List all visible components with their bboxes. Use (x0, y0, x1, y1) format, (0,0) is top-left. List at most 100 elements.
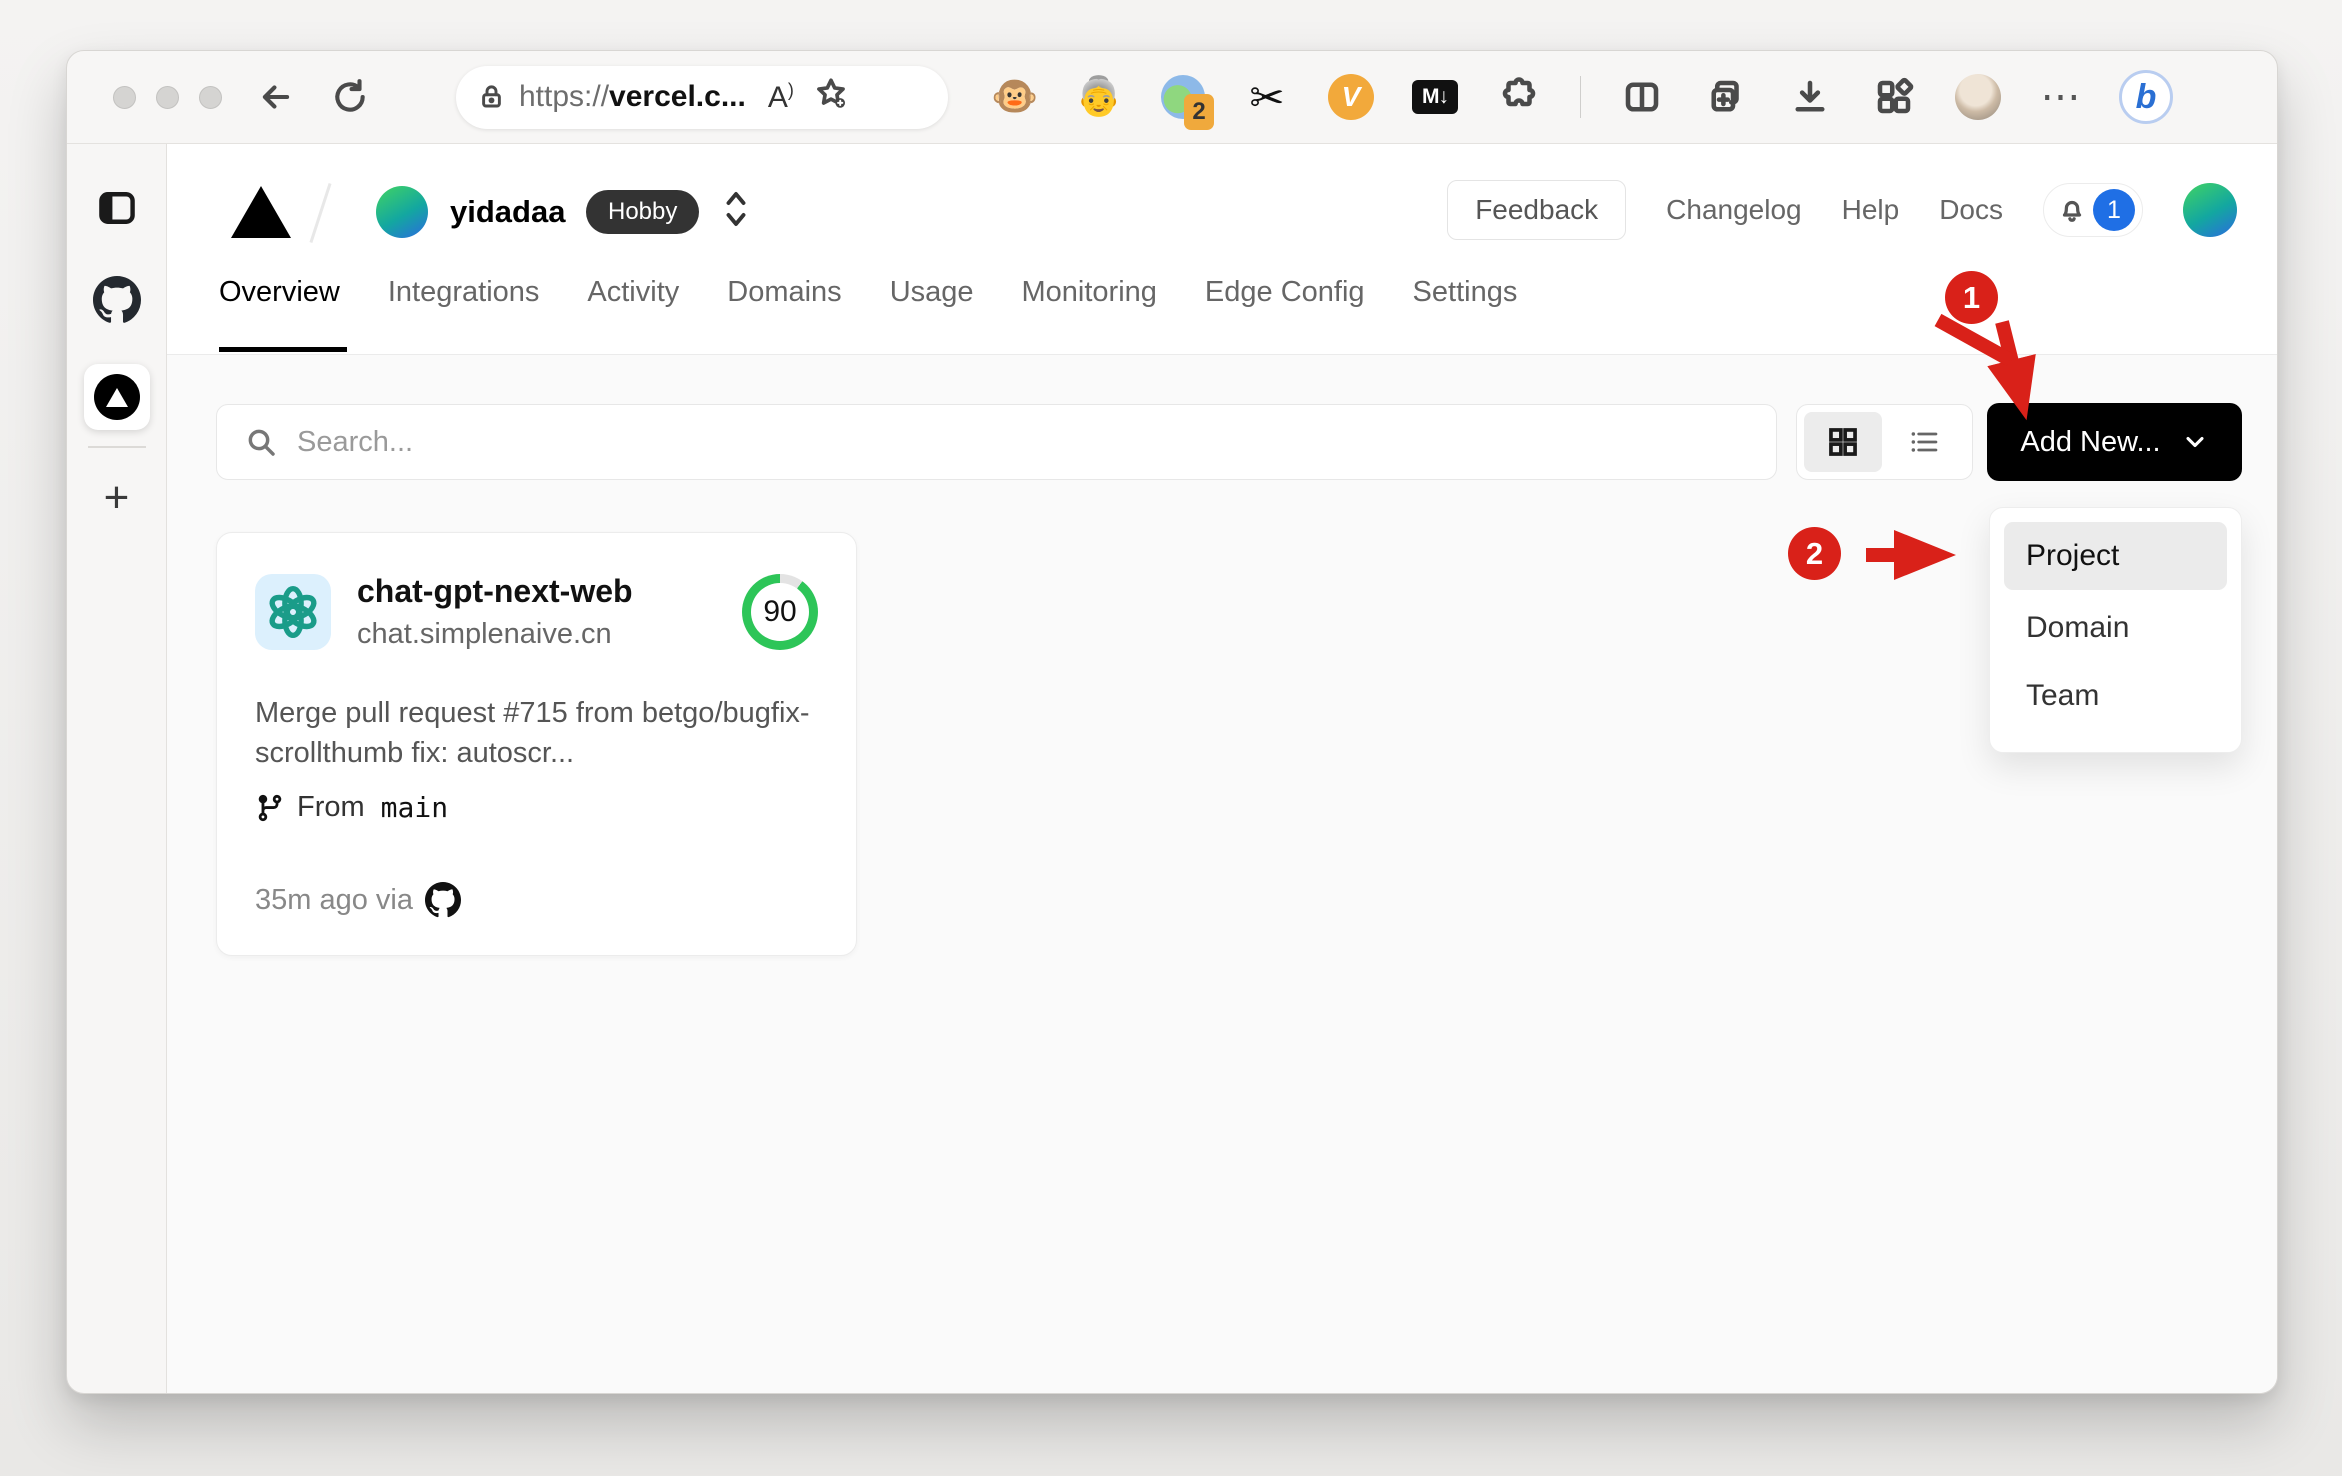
tab-overview[interactable]: Overview (219, 276, 340, 335)
split-screen-icon (1625, 82, 1659, 112)
branch-row: From main (255, 791, 818, 824)
dropdown-item-project[interactable]: Project (2004, 522, 2227, 590)
grid-view-button[interactable] (1804, 412, 1882, 472)
browser-toolbar: https://vercel.c... A) 🐵 👵 2 ✂ V M↓ ⋯ b (67, 51, 2277, 144)
scissors-extension-icon[interactable]: ✂ (1240, 70, 1294, 124)
active-tab-card (83, 364, 150, 430)
tab-settings[interactable]: Settings (1413, 276, 1518, 335)
dropdown-item-domain[interactable]: Domain (2004, 594, 2227, 662)
extension-icons: 🐵 👵 2 ✂ V M↓ ⋯ b (988, 70, 2173, 130)
chevron-down-icon (2186, 436, 2204, 448)
deployment-meta: 35m ago via (255, 882, 818, 918)
project-name[interactable]: chat-gpt-next-web (357, 573, 742, 610)
read-aloud-button[interactable]: A) (768, 80, 794, 115)
tab-edge-config[interactable]: Edge Config (1205, 276, 1365, 335)
score-value: 90 (763, 595, 797, 628)
vercel-logo[interactable] (231, 186, 291, 238)
search-icon (248, 429, 275, 456)
team-avatar[interactable] (376, 186, 428, 238)
puzzle-icon (1502, 77, 1536, 107)
team-name[interactable]: yidadaa (450, 194, 565, 230)
downloads-button[interactable] (1783, 70, 1837, 124)
window-controls (113, 85, 222, 109)
favorites-button[interactable] (814, 76, 848, 118)
collections-icon (1711, 80, 1739, 112)
project-search (216, 404, 1777, 480)
collections-button[interactable] (1699, 70, 1753, 124)
add-new-button[interactable]: Add New... (1987, 403, 2242, 481)
refresh-button[interactable] (330, 77, 370, 117)
bing-icon: b (2119, 70, 2173, 124)
dashboard-content: Add New... Project Domain Team (167, 355, 2277, 1393)
split-screen-button[interactable] (1615, 70, 1669, 124)
notifications-button[interactable]: 1 (2043, 183, 2143, 237)
team-switcher-button[interactable] (721, 188, 751, 235)
bing-chat-button[interactable]: b (2119, 70, 2173, 124)
vertical-tab-vercel-active[interactable] (67, 364, 166, 430)
tab-monitoring[interactable]: Monitoring (1022, 276, 1157, 335)
screenshot-root: { "browser": { "url_scheme": "https://",… (0, 0, 2342, 1476)
changelog-link[interactable]: Changelog (1666, 194, 1801, 226)
view-toggle (1796, 404, 1973, 480)
search-input[interactable] (297, 425, 1748, 459)
notification-badge: 1 (2093, 189, 2135, 231)
more-menu-button[interactable]: ⋯ (2035, 70, 2089, 124)
url-host: vercel.c... (609, 80, 746, 113)
dropdown-item-team[interactable]: Team (2004, 662, 2227, 730)
toggle-vertical-tabs-button[interactable] (67, 186, 166, 230)
back-arrow-icon (262, 85, 290, 109)
apps-button[interactable] (1867, 70, 1921, 124)
extension-badge: 2 (1184, 94, 1214, 130)
breadcrumb-slash (309, 183, 332, 243)
refresh-icon (335, 79, 365, 112)
list-view-icon (1911, 432, 1937, 452)
add-new-dropdown: Project Domain Team (1989, 507, 2242, 753)
docs-link[interactable]: Docs (1939, 194, 2003, 226)
annotation-step-2: 2 (1788, 527, 1841, 580)
user-avatar[interactable] (2183, 183, 2237, 237)
sidebar-panel-icon (98, 192, 135, 224)
speed-insights-score[interactable]: 90 (742, 574, 818, 650)
extensions-menu-button[interactable] (1492, 70, 1546, 124)
openai-logo-icon (269, 586, 317, 638)
new-tab-button[interactable]: + (67, 476, 166, 520)
project-favicon (255, 574, 331, 650)
tab-usage[interactable]: Usage (890, 276, 974, 335)
markdown-extension-icon[interactable]: M↓ (1408, 70, 1462, 124)
back-button[interactable] (256, 77, 296, 117)
apps-grid-icon (1877, 77, 1914, 114)
zoom-window-button[interactable] (199, 85, 222, 109)
list-view-button[interactable] (1882, 426, 1965, 458)
minimize-window-button[interactable] (156, 85, 179, 109)
tampermonkey-extension-icon[interactable]: 🐵 (988, 70, 1042, 124)
feedback-button[interactable]: Feedback (1447, 180, 1627, 240)
url-scheme: https:// (519, 80, 610, 113)
deployed-time: 35m ago via (255, 883, 413, 916)
branch-prefix: From (297, 791, 365, 823)
vercel-favicon (93, 374, 140, 420)
v-extension-icon[interactable]: V (1324, 70, 1378, 124)
pie-extension-icon[interactable]: 2 (1156, 70, 1214, 130)
close-window-button[interactable] (113, 85, 136, 109)
project-card[interactable]: chat-gpt-next-web chat.simplenaive.cn 90… (216, 532, 857, 956)
project-domain[interactable]: chat.simplenaive.cn (357, 618, 742, 651)
help-link[interactable]: Help (1842, 194, 1900, 226)
github-icon (425, 882, 461, 918)
git-branch-icon (258, 794, 282, 821)
github-favicon (92, 276, 141, 323)
tab-domains[interactable]: Domains (727, 276, 841, 335)
dashboard-header: yidadaa Hobby Feedback Changelog Help Do… (167, 144, 2277, 355)
annotation-step-1: 1 (1945, 271, 1998, 324)
header-actions: Feedback Changelog Help Docs 1 (1447, 180, 2237, 240)
address-bar[interactable]: https://vercel.c... A) (456, 65, 948, 129)
project-titles: chat-gpt-next-web chat.simplenaive.cn (357, 573, 742, 651)
download-icon (1795, 80, 1825, 112)
project-card-header: chat-gpt-next-web chat.simplenaive.cn 90 (255, 573, 818, 651)
avatar-extension-icon[interactable]: 👵 (1072, 70, 1126, 124)
vertical-tab-github[interactable] (67, 276, 166, 324)
tab-activity[interactable]: Activity (587, 276, 679, 335)
browser-profile-button[interactable] (1951, 70, 2005, 124)
plan-badge: Hobby (586, 190, 700, 234)
tab-integrations[interactable]: Integrations (388, 276, 540, 335)
dashboard-tabs: Overview Integrations Activity Domains U… (219, 276, 1517, 335)
